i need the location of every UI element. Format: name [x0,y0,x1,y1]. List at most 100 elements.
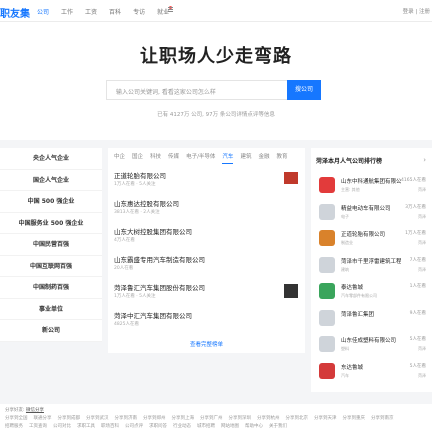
search-input[interactable]: 输入公司关键词, 看看这家公司怎么样 [106,80,288,100]
ranking-item[interactable]: 山东佳成塑料有限公司 5人在看 塑料 菏泽 [311,331,432,358]
ranking-item[interactable]: 东达鲁城 5人在看 汽车 菏泽 [311,358,432,385]
ranking-company-name[interactable]: 山东佳成塑料有限公司 [341,336,401,344]
tab-construction[interactable]: 建筑 [240,152,251,164]
footer-link[interactable]: 求职工具 [77,424,95,429]
ranking-view-count: 1人在看 [409,284,426,289]
footer-link[interactable]: 关于我们 [269,424,287,429]
ranking-company-name[interactable]: 山东中科通航集团有限公司 [341,177,401,185]
tab-media[interactable]: 传媒 [168,152,179,164]
footer-link[interactable]: 分享到重庆 [343,416,366,421]
tab-central[interactable]: 中企 [114,152,125,164]
tab-education[interactable]: 教育 [276,152,287,164]
company-name[interactable]: 菏泽鲁汇汽车集团股份有限公司 [114,282,205,292]
footer-link[interactable]: 分享到上海 [172,416,195,421]
tab-finance[interactable]: 金融 [258,152,269,164]
footer-link[interactable]: 网站地图 [221,424,239,429]
nav-item-salary[interactable]: 工资 [85,7,97,16]
footer: 分享好友: 微信分享 分享到全国 联通分享 分享到成都 分享到武汉 分享到济南 分享到郑州… [0,404,432,432]
company-name[interactable]: 山东惠达控股有限公司 [114,198,179,208]
ranking-list: 山东中科通航集团有限公司 4165人在看 主营: 其他 菏泽 精益电动车有限公司 3万人在… [311,172,432,384]
footer-link[interactable]: 分享到天津 [314,416,337,421]
site-logo[interactable]: 职友集 [0,5,30,20]
footer-link[interactable]: 联通分享 [34,416,52,421]
footer-link[interactable]: 分享到郑州 [143,416,166,421]
footer-link[interactable]: 分享到济南 [115,416,138,421]
footer-link[interactable]: 分享到广州 [200,416,223,421]
footer-link[interactable]: 分享到全国 [5,416,28,421]
ranking-view-count: 5人在看 [409,337,426,342]
ranking-item[interactable]: 菏泽鲁汇集团 9人在看 [311,305,432,332]
category-item[interactable]: 中国互联网百强 [0,256,102,277]
footer-link[interactable]: 招聘服务 [5,424,23,429]
company-name[interactable]: 山东大树控股集团有限公司 [114,226,192,236]
footer-link[interactable]: 分享到南京 [371,416,394,421]
company-logo [284,284,298,298]
menu-icon[interactable] [168,7,173,12]
chevron-right-icon[interactable]: › [423,156,426,164]
company-name[interactable]: 菏泽中汇汽车集团有限公司 [114,310,192,320]
ranking-item[interactable]: 泰达鲁城 1人在看 汽车零部件有限公司 [311,278,432,305]
category-item[interactable]: 事业单位 [0,299,102,320]
login-link[interactable]: 登录 | 注册 [403,7,430,15]
ranking-company-name[interactable]: 泰达鲁城 [341,283,401,291]
ranking-item[interactable]: 正道轮胎有限公司 1万人在看 制造业 菏泽 [311,225,432,252]
view-full-list-link[interactable]: 查看完整榜单 [108,340,305,348]
category-item[interactable]: 国企人气企业 [0,170,102,191]
footer-link[interactable]: 城市招聘 [197,424,215,429]
ranking-company-name[interactable]: 菏泽市千里浮雷建筑工程有限公司 [341,257,401,265]
footer-link[interactable]: 职场百科 [101,424,119,429]
category-item[interactable]: 央企人气企业 [0,148,102,170]
company-item[interactable]: 正道轮胎有限公司 1万人在看 · 5人关注 [114,167,302,195]
category-item[interactable]: 中国民营百强 [0,234,102,256]
footer-label-link[interactable]: 微信分享 [26,408,44,413]
category-item[interactable]: 新公司 [0,320,102,342]
footer-link[interactable]: 分享到杭州 [257,416,280,421]
category-item[interactable]: 中国 500 强企业 [0,191,102,213]
footer-link[interactable]: 分享到武汉 [86,416,109,421]
footer-link[interactable]: 分享到成都 [58,416,81,421]
footer-link[interactable]: 公司对比 [53,424,71,429]
footer-link[interactable]: 分享到北京 [286,416,309,421]
hero-title: 让职场人少走弯路 [140,46,292,67]
company-logo [284,172,298,184]
ranking-company-name[interactable]: 正道轮胎有限公司 [341,230,401,238]
nav-item-jobs[interactable]: 工作 [61,7,73,16]
category-item[interactable]: 中国服务业 500 强企业 [0,213,102,234]
hero-section: 让职场人少走弯路 输入公司关键词, 看看这家公司怎么样 搜公司 已有 4127万… [0,22,432,140]
ranking-item[interactable]: 精益电动车有限公司 3万人在看 电子 菏泽 [311,199,432,226]
ranking-company-name[interactable]: 精益电动车有限公司 [341,204,401,212]
tab-electronics[interactable]: 电子/半导体 [186,152,215,164]
footer-link[interactable]: 求职问答 [149,424,167,429]
company-item[interactable]: 菏泽中汇汽车集团有限公司 4825人在看 [114,307,302,335]
ranking-company-name[interactable]: 菏泽鲁汇集团 [341,310,401,318]
ranking-company-meta: 主营: 其他 [341,187,360,192]
company-name[interactable]: 山东霸盛专用汽车制造有限公司 [114,254,205,264]
category-item[interactable]: 中国制药百强 [0,277,102,299]
nav-item-company[interactable]: 公司 [37,7,49,16]
footer-link[interactable]: 公司点评 [125,424,143,429]
main-nav: 公司 工作 工资 百科 专访 就业 [37,6,181,16]
company-item[interactable]: 山东惠达控股有限公司 3813人在看 · 2人关注 [114,195,302,223]
ranking-company-city: 菏泽 [418,346,426,351]
company-item[interactable]: 菏泽鲁汇汽车集团股份有限公司 1万人在看 · 5人关注 [114,279,302,307]
tab-state[interactable]: 国企 [132,152,143,164]
search-button[interactable]: 搜公司 [287,80,321,100]
footer-link[interactable]: 工资查询 [29,424,47,429]
company-item[interactable]: 山东大树控股集团有限公司 4万人在看 [114,223,302,251]
tab-tech[interactable]: 科技 [150,152,161,164]
ranking-item[interactable]: 菏泽市千里浮雷建筑工程有限公司 7人在看建筑 菏泽 [311,252,432,279]
nav-item-wiki[interactable]: 百科 [109,7,121,16]
tab-auto[interactable]: 汽车 [222,152,234,164]
nav-item-interview[interactable]: 专访 [133,7,145,16]
company-item[interactable]: 山东霸盛专用汽车制造有限公司 20人在看 [114,251,302,279]
company-name[interactable]: 正道轮胎有限公司 [114,170,166,180]
footer-link[interactable]: 行业动态 [173,424,191,429]
ranking-item[interactable]: 山东中科通航集团有限公司 4165人在看 主营: 其他 菏泽 [311,172,432,199]
ranking-panel: 菏泽本月人气公司排行榜 › 山东中科通航集团有限公司 4165人在看 主营: 其他菏… [311,148,432,392]
company-logo [319,177,335,193]
ranking-company-name[interactable]: 东达鲁城 [341,363,401,371]
footer-link[interactable]: 分享到深圳 [229,416,252,421]
company-meta: 3813人在看 · 2人关注 [114,210,160,215]
ranking-company-city: 菏泽 [418,266,426,272]
footer-link[interactable]: 帮助中心 [245,424,263,429]
